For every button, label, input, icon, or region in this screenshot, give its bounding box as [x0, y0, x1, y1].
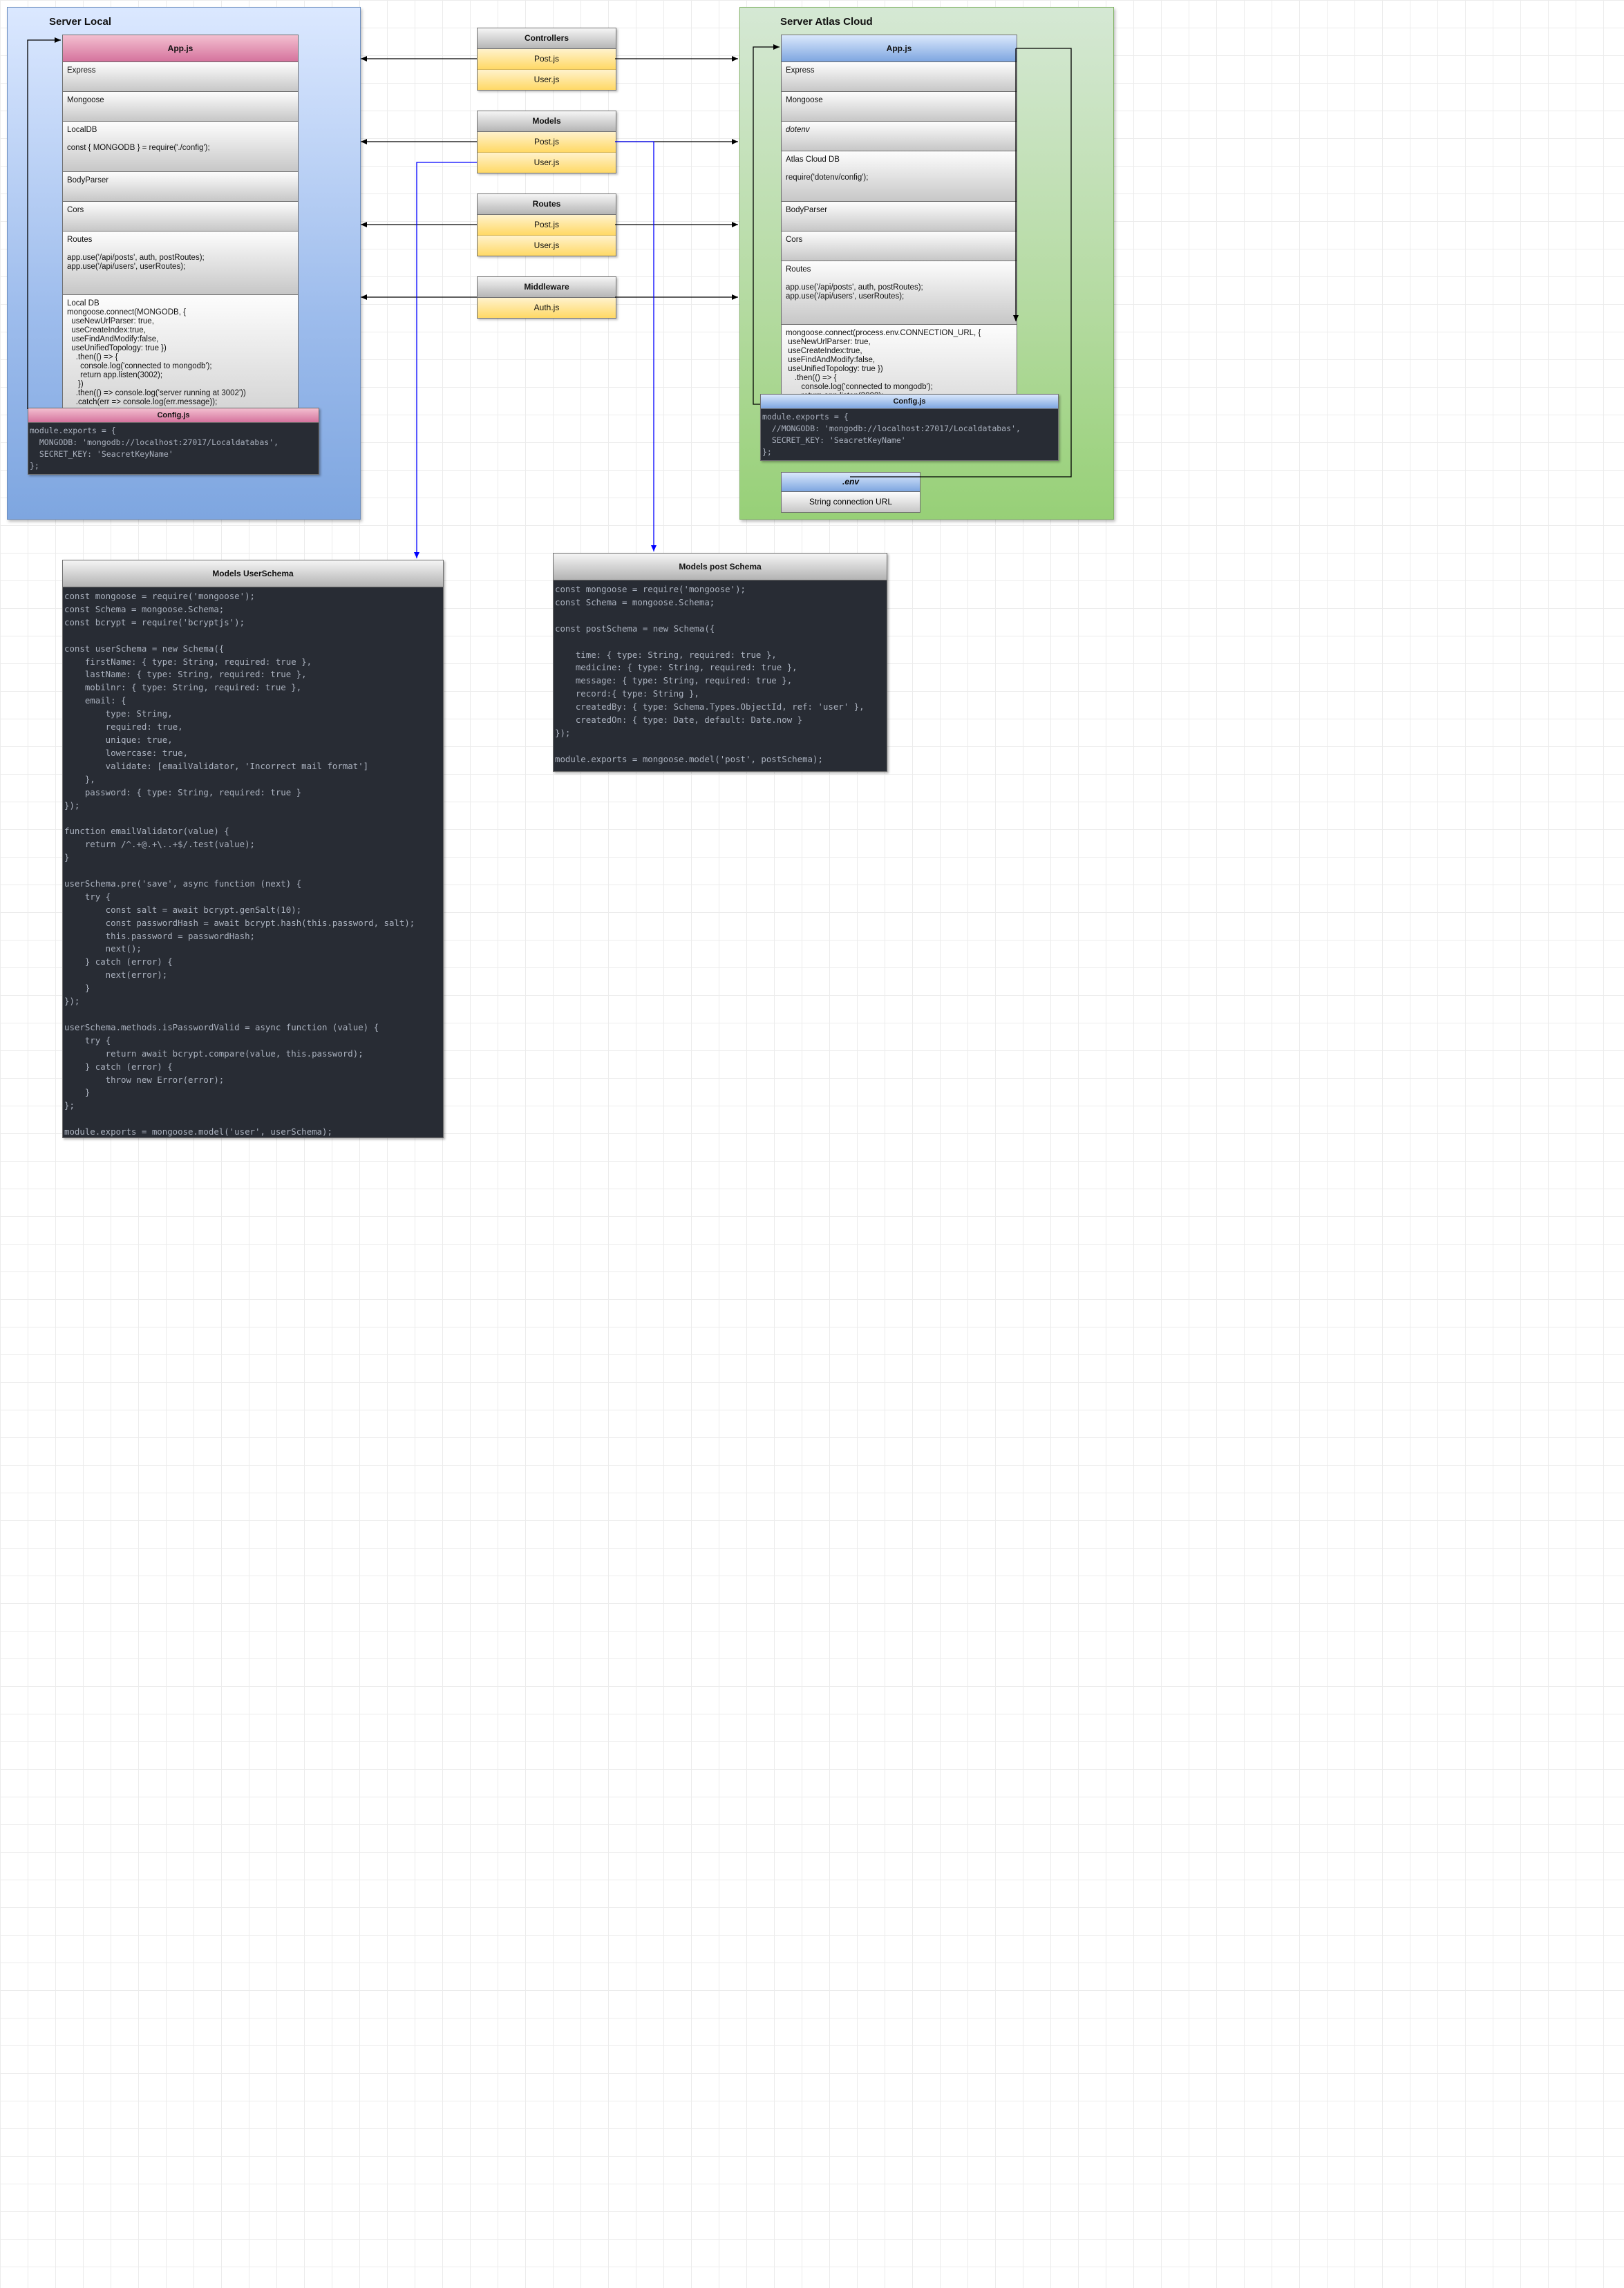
local-app-row-cors: Cors — [63, 202, 298, 231]
cloud-app-row-bodyparser: BodyParser — [782, 202, 1017, 231]
cloud-app-row-mongoose: Mongoose — [782, 92, 1017, 122]
connector-models-post-schema — [615, 141, 657, 551]
cloud-app-row-express: Express — [782, 62, 1017, 92]
post-schema-title: Models post Schema — [554, 554, 887, 580]
local-config-code: module.exports = { MONGODB: 'mongodb://l… — [28, 423, 319, 474]
cloud-app-js-box[interactable]: App.js Express Mongoose dotenv Atlas Clo… — [781, 35, 1017, 452]
routes-item-user[interactable]: User.js — [478, 236, 616, 256]
local-app-row-localdb: LocalDB const { MONGODB } = require('./c… — [63, 122, 298, 172]
local-app-row-mongoose: Mongoose — [63, 92, 298, 122]
local-config-title: Config.js — [28, 408, 319, 423]
local-app-js-box[interactable]: App.js Express Mongoose LocalDB const { … — [62, 35, 299, 451]
local-app-js-title: App.js — [63, 35, 298, 62]
user-schema-code: const mongoose = require('mongoose'); co… — [63, 587, 443, 1137]
controllers-item-post[interactable]: Post.js — [478, 49, 616, 70]
cloud-app-js-title: App.js — [782, 35, 1017, 62]
routes-title: Routes — [478, 194, 616, 215]
cloud-app-row-atlasdb: Atlas Cloud DB require('dotenv/config'); — [782, 151, 1017, 202]
user-schema-title: Models UserSchema — [63, 560, 443, 587]
local-app-row-express: Express — [63, 62, 298, 92]
cloud-app-row-cors: Cors — [782, 231, 1017, 261]
middleware-box[interactable]: Middleware Auth.js — [477, 276, 616, 319]
env-file-box[interactable]: .env String connection URL — [781, 472, 920, 513]
post-schema-code: const mongoose = require('mongoose'); co… — [554, 580, 887, 771]
models-box[interactable]: Models Post.js User.js — [477, 111, 616, 173]
cloud-app-row-dotenv: dotenv — [782, 122, 1017, 151]
local-config-box[interactable]: Config.js module.exports = { MONGODB: 'm… — [28, 408, 319, 475]
local-app-row-bodyparser: BodyParser — [63, 172, 298, 202]
middleware-title: Middleware — [478, 277, 616, 298]
controllers-item-user[interactable]: User.js — [478, 70, 616, 90]
routes-item-post[interactable]: Post.js — [478, 215, 616, 236]
server-cloud-title: Server Atlas Cloud — [780, 16, 873, 28]
controllers-title: Controllers — [478, 28, 616, 49]
post-schema-box[interactable]: Models post Schema const mongoose = requ… — [553, 553, 887, 772]
routes-box[interactable]: Routes Post.js User.js — [477, 193, 616, 256]
controllers-box[interactable]: Controllers Post.js User.js — [477, 28, 616, 91]
cloud-config-title: Config.js — [761, 395, 1058, 409]
models-title: Models — [478, 111, 616, 132]
env-file-row: String connection URL — [782, 492, 920, 512]
local-app-row-routes: Routes app.use('/api/posts', auth, postR… — [63, 231, 298, 295]
cloud-config-box[interactable]: Config.js module.exports = { //MONGODB: … — [760, 394, 1059, 461]
cloud-app-row-routes: Routes app.use('/api/posts', auth, postR… — [782, 261, 1017, 325]
models-item-post[interactable]: Post.js — [478, 132, 616, 153]
cloud-config-code: module.exports = { //MONGODB: 'mongodb:/… — [761, 409, 1058, 460]
env-file-title: .env — [782, 473, 920, 492]
middleware-item-auth[interactable]: Auth.js — [478, 298, 616, 318]
connector-models-user-schema — [414, 162, 477, 558]
models-item-user[interactable]: User.js — [478, 153, 616, 173]
user-schema-box[interactable]: Models UserSchema const mongoose = requi… — [62, 560, 444, 1138]
server-local-title: Server Local — [49, 16, 112, 28]
